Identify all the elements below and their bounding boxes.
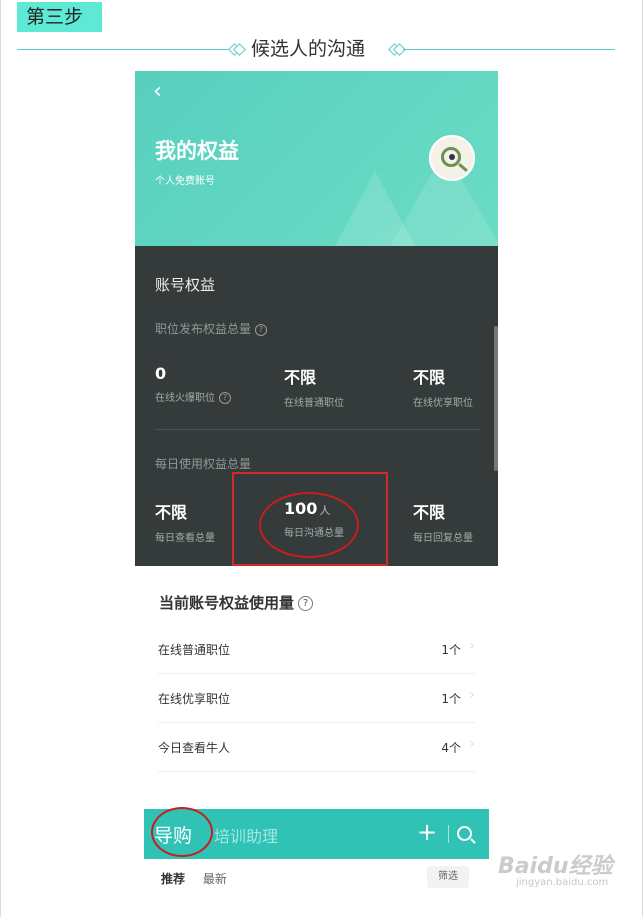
page-title: 我的权益 — [155, 139, 239, 163]
search-icon[interactable] — [457, 826, 472, 841]
help-icon[interactable]: ? — [255, 323, 268, 336]
chevron-right-icon: › — [469, 687, 475, 703]
avatar[interactable] — [429, 135, 475, 181]
daily-reply-quota: 不限 每日回复总量 — [413, 499, 473, 544]
usage-row[interactable]: 在线普通职位 1个 › — [158, 625, 475, 674]
panel-divider — [155, 429, 481, 430]
watermark-logo: Baidu经验 — [498, 854, 613, 879]
daily-quota-label: 每日使用权益总量 — [155, 457, 252, 471]
annotation-oval — [151, 807, 213, 857]
chevron-right-icon: › — [469, 638, 475, 654]
quota-value: 不限 — [413, 503, 446, 522]
usage-label: 今日查看牛人 — [158, 741, 231, 755]
usage-value: 1个 — [441, 692, 461, 706]
hero-header: ‹ 我的权益 个人免费账号 — [135, 71, 498, 246]
usage-title: 当前账号权益使用量? — [159, 592, 314, 613]
tab-training-assistant[interactable]: 培训助理 — [214, 823, 278, 847]
quota-value: 不限 — [413, 368, 446, 387]
help-icon[interactable]: ? — [219, 392, 231, 404]
magnifier-handle — [458, 163, 468, 172]
plus-icon[interactable]: + — [417, 818, 437, 846]
scrollbar[interactable] — [494, 326, 498, 471]
quota-normal-jobs: 不限 在线普通职位 — [284, 364, 344, 409]
watermark-url: jingyan.baidu.com — [516, 877, 609, 888]
quota-caption: 每日查看总量 — [155, 533, 215, 544]
post-quota-label: 职位发布权益总量? — [155, 320, 268, 337]
sub-tabs: 推荐 最新 — [161, 870, 227, 887]
step-badge: 第三步 — [17, 2, 102, 32]
quota-caption: 在线优享职位 — [413, 398, 473, 409]
quota-value: 不限 — [284, 368, 317, 387]
quota-premium-jobs: 不限 在线优享职位 — [413, 364, 473, 409]
chevron-left-icon[interactable]: ‹ — [153, 79, 162, 104]
usage-value: 1个 — [441, 643, 461, 657]
quota-caption: 在线火爆职位? — [155, 389, 231, 404]
divider-left — [17, 49, 229, 50]
annotation-oval — [259, 492, 359, 558]
quota-value: 0 — [155, 364, 167, 383]
filter-button[interactable]: 筛选 — [427, 866, 469, 888]
account-type: 个人免费账号 — [155, 176, 215, 187]
usage-value: 4个 — [441, 741, 461, 755]
section-title: 候选人的沟通 — [251, 38, 366, 60]
chevron-right-icon: › — [469, 736, 475, 752]
daily-view-quota: 不限 每日查看总量 — [155, 499, 215, 544]
usage-label: 在线优享职位 — [158, 692, 231, 706]
help-icon[interactable]: ? — [298, 596, 314, 611]
quota-hot-jobs: 0 在线火爆职位? — [155, 364, 231, 404]
divider-right — [403, 49, 615, 50]
tab-latest[interactable]: 最新 — [203, 872, 227, 886]
usage-row[interactable]: 在线优享职位 1个 › — [158, 674, 475, 723]
quota-value: 不限 — [155, 503, 188, 522]
person-icon — [449, 154, 455, 160]
quota-caption: 在线普通职位 — [284, 398, 344, 409]
panel-heading: 账号权益 — [155, 276, 216, 294]
quota-caption: 每日回复总量 — [413, 533, 473, 544]
divider — [448, 825, 449, 843]
page: 第三步 候选人的沟通 ‹ 我的权益 个人免费账号 账号权益 职位发布权益总量? … — [0, 0, 643, 917]
usage-row[interactable]: 今日查看牛人 4个 › — [158, 723, 475, 772]
tab-recommend[interactable]: 推荐 — [161, 872, 185, 886]
usage-label: 在线普通职位 — [158, 643, 231, 657]
